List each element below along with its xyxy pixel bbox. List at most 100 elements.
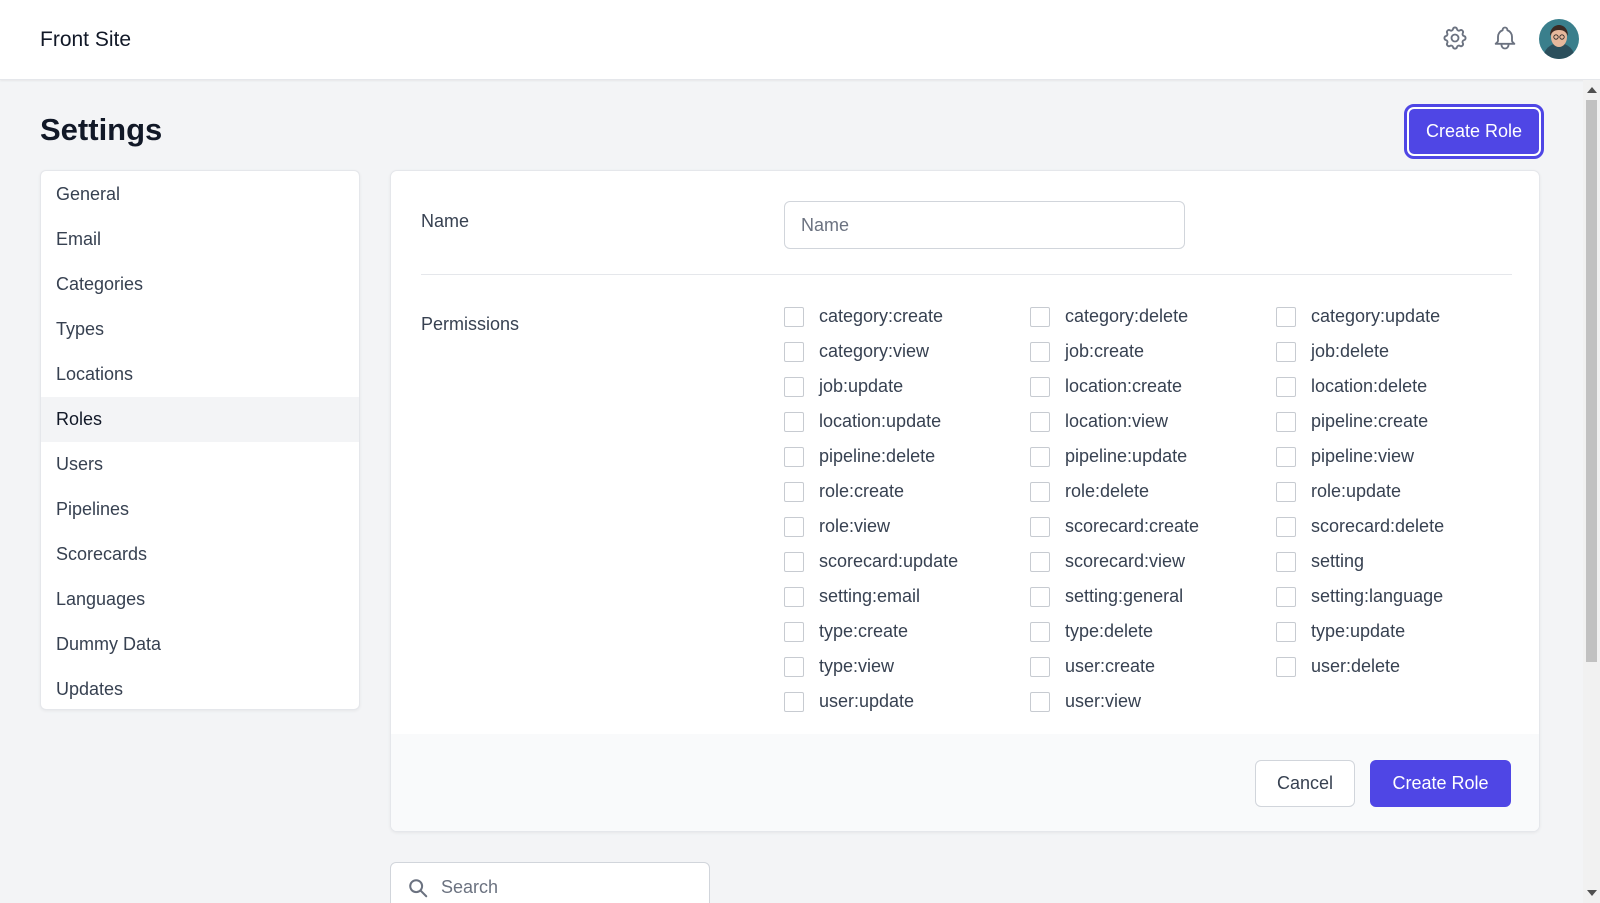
permission-checkbox[interactable] xyxy=(784,306,804,327)
permission-job-update[interactable]: job:update xyxy=(784,369,1030,404)
permission-checkbox[interactable] xyxy=(1276,551,1296,572)
brand-title[interactable]: Front Site xyxy=(40,28,131,52)
permission-scorecard-view[interactable]: scorecard:view xyxy=(1030,544,1276,579)
permission-setting-language[interactable]: setting:language xyxy=(1276,579,1522,614)
permission-checkbox[interactable] xyxy=(1276,481,1296,502)
permission-role-update[interactable]: role:update xyxy=(1276,474,1522,509)
permission-scorecard-create[interactable]: scorecard:create xyxy=(1030,509,1276,544)
scroll-up-arrow-icon[interactable] xyxy=(1587,87,1597,93)
permission-checkbox[interactable] xyxy=(1030,376,1050,397)
permission-type-delete[interactable]: type:delete xyxy=(1030,614,1276,649)
permission-location-delete[interactable]: location:delete xyxy=(1276,369,1522,404)
permission-location-create[interactable]: location:create xyxy=(1030,369,1276,404)
permission-pipeline-view[interactable]: pipeline:view xyxy=(1276,439,1522,474)
permission-checkbox[interactable] xyxy=(784,551,804,572)
permission-checkbox[interactable] xyxy=(1030,691,1050,712)
search-input[interactable] xyxy=(441,863,701,903)
permission-user-view[interactable]: user:view xyxy=(1030,684,1276,719)
permission-checkbox[interactable] xyxy=(1030,586,1050,607)
scrollbar-thumb[interactable] xyxy=(1586,100,1597,662)
permission-setting-email[interactable]: setting:email xyxy=(784,579,1030,614)
search-box xyxy=(390,862,710,903)
permission-checkbox[interactable] xyxy=(1030,481,1050,502)
sidebar-item-users[interactable]: Users xyxy=(41,442,359,487)
permission-checkbox[interactable] xyxy=(1276,656,1296,677)
permission-checkbox[interactable] xyxy=(1276,306,1296,327)
permission-checkbox[interactable] xyxy=(784,376,804,397)
permission-pipeline-update[interactable]: pipeline:update xyxy=(1030,439,1276,474)
bell-icon[interactable] xyxy=(1489,22,1521,54)
permission-checkbox[interactable] xyxy=(784,411,804,432)
permission-user-update[interactable]: user:update xyxy=(784,684,1030,719)
permission-checkbox[interactable] xyxy=(1030,621,1050,642)
sidebar-item-languages[interactable]: Languages xyxy=(41,577,359,622)
permission-label: type:create xyxy=(819,621,909,641)
permission-checkbox[interactable] xyxy=(1276,446,1296,467)
sidebar-item-roles[interactable]: Roles xyxy=(41,397,359,442)
permission-checkbox[interactable] xyxy=(1276,586,1296,607)
permission-checkbox[interactable] xyxy=(1276,376,1296,397)
permission-checkbox[interactable] xyxy=(1030,341,1050,362)
permission-type-view[interactable]: type:view xyxy=(784,649,1030,684)
permission-checkbox[interactable] xyxy=(784,481,804,502)
permission-pipeline-create[interactable]: pipeline:create xyxy=(1276,404,1522,439)
permission-user-create[interactable]: user:create xyxy=(1030,649,1276,684)
permission-location-update[interactable]: location:update xyxy=(784,404,1030,439)
permission-location-view[interactable]: location:view xyxy=(1030,404,1276,439)
permission-category-create[interactable]: category:create xyxy=(784,299,1030,334)
permission-role-view[interactable]: role:view xyxy=(784,509,1030,544)
permission-checkbox[interactable] xyxy=(784,656,804,677)
permission-category-view[interactable]: category:view xyxy=(784,334,1030,369)
permission-checkbox[interactable] xyxy=(1276,341,1296,362)
permission-checkbox[interactable] xyxy=(1276,516,1296,537)
permission-job-delete[interactable]: job:delete xyxy=(1276,334,1522,369)
sidebar-item-categories[interactable]: Categories xyxy=(41,262,359,307)
permission-checkbox[interactable] xyxy=(784,516,804,537)
create-role-button[interactable]: Create Role xyxy=(1370,760,1511,807)
permission-checkbox[interactable] xyxy=(1030,656,1050,677)
permission-checkbox[interactable] xyxy=(1030,516,1050,537)
permission-checkbox[interactable] xyxy=(1276,411,1296,432)
avatar[interactable] xyxy=(1539,19,1579,59)
permission-label: category:create xyxy=(819,306,944,326)
cancel-button[interactable]: Cancel xyxy=(1255,760,1355,807)
permission-category-update[interactable]: category:update xyxy=(1276,299,1522,334)
page-scrollbar[interactable] xyxy=(1583,80,1600,903)
sidebar-item-updates[interactable]: Updates xyxy=(41,667,359,709)
permission-setting[interactable]: setting xyxy=(1276,544,1522,579)
permission-checkbox[interactable] xyxy=(1276,621,1296,642)
name-input[interactable] xyxy=(784,201,1185,249)
permission-role-create[interactable]: role:create xyxy=(784,474,1030,509)
permission-category-delete[interactable]: category:delete xyxy=(1030,299,1276,334)
permission-checkbox[interactable] xyxy=(784,691,804,712)
sidebar-item-dummy-data[interactable]: Dummy Data xyxy=(41,622,359,667)
permission-pipeline-delete[interactable]: pipeline:delete xyxy=(784,439,1030,474)
permission-checkbox[interactable] xyxy=(784,586,804,607)
sidebar-item-general[interactable]: General xyxy=(41,172,359,217)
permission-label: category:view xyxy=(819,341,930,361)
scroll-down-arrow-icon[interactable] xyxy=(1587,890,1597,896)
permission-checkbox[interactable] xyxy=(1030,306,1050,327)
permission-user-delete[interactable]: user:delete xyxy=(1276,649,1522,684)
permission-type-update[interactable]: type:update xyxy=(1276,614,1522,649)
permission-checkbox[interactable] xyxy=(784,621,804,642)
permission-setting-general[interactable]: setting:general xyxy=(1030,579,1276,614)
permission-checkbox[interactable] xyxy=(784,341,804,362)
permission-job-create[interactable]: job:create xyxy=(1030,334,1276,369)
permission-scorecard-delete[interactable]: scorecard:delete xyxy=(1276,509,1522,544)
sidebar-item-scorecards[interactable]: Scorecards xyxy=(41,532,359,577)
sidebar-item-email[interactable]: Email xyxy=(41,217,359,262)
sidebar-item-types[interactable]: Types xyxy=(41,307,359,352)
create-role-header-button[interactable]: Create Role xyxy=(1404,104,1544,159)
permission-checkbox[interactable] xyxy=(1030,446,1050,467)
permission-scorecard-update[interactable]: scorecard:update xyxy=(784,544,1030,579)
permission-checkbox[interactable] xyxy=(1030,411,1050,432)
permission-checkbox[interactable] xyxy=(784,446,804,467)
sidebar-item-pipelines[interactable]: Pipelines xyxy=(41,487,359,532)
permission-checkbox[interactable] xyxy=(1030,551,1050,572)
permission-type-create[interactable]: type:create xyxy=(784,614,1030,649)
sidebar-item-locations[interactable]: Locations xyxy=(41,352,359,397)
gear-icon[interactable] xyxy=(1439,22,1471,54)
permission-role-delete[interactable]: role:delete xyxy=(1030,474,1276,509)
permission-label: pipeline:delete xyxy=(819,446,936,466)
